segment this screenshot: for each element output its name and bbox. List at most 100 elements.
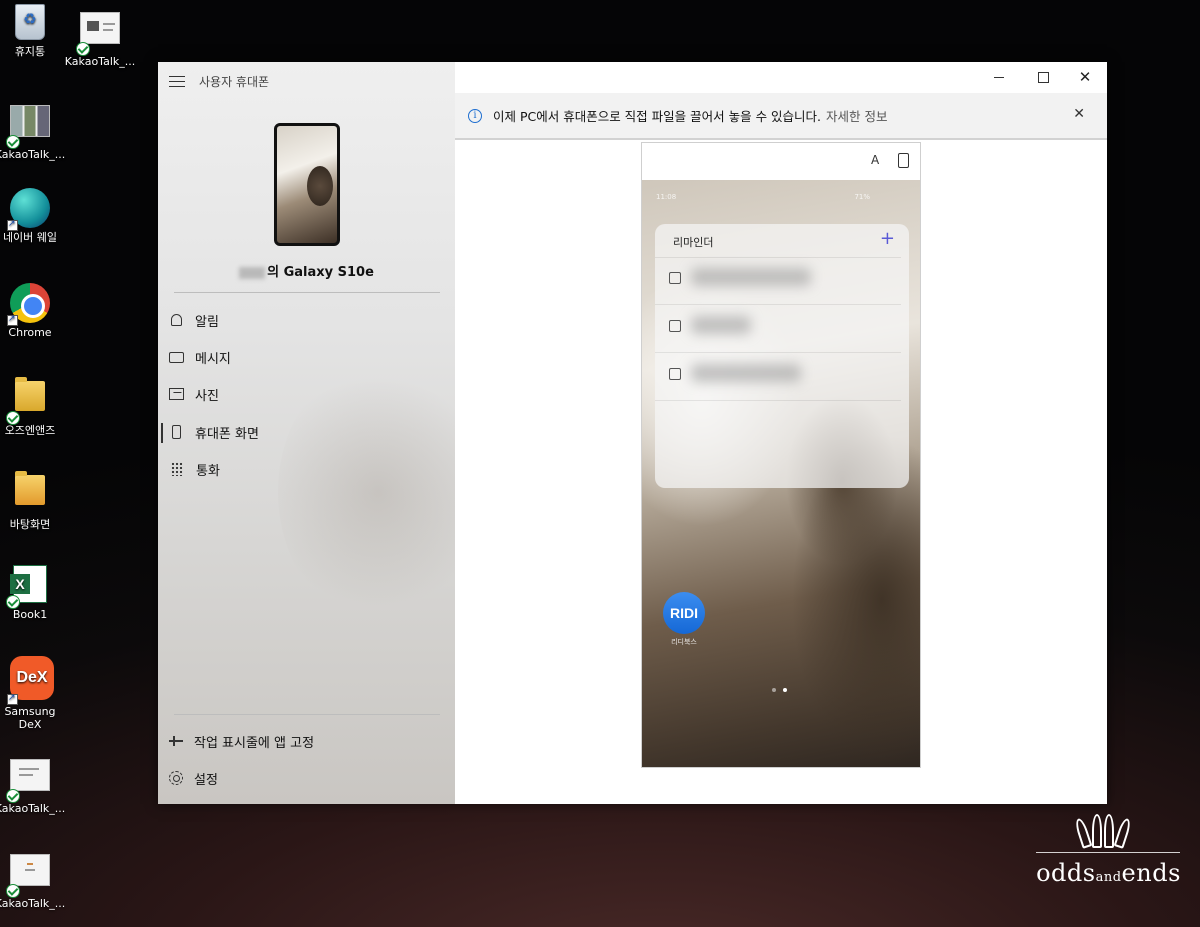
nav-item-label: 휴대폰 화면 — [195, 426, 259, 442]
desktop-icon-samsung-dex[interactable]: DeX Samsung DeX — [0, 656, 66, 731]
phone-screen-icon — [172, 425, 181, 439]
phone-toolbar: A — [642, 143, 920, 180]
reminder-item[interactable] — [669, 256, 899, 304]
page-dot — [772, 688, 776, 692]
text-input-icon[interactable]: A — [871, 153, 887, 169]
reminder-checkbox[interactable] — [669, 272, 681, 284]
nav-item-calls[interactable]: 통화 — [158, 452, 455, 486]
nav-item-notifications[interactable]: 알림 — [158, 303, 455, 337]
logo-text: oddsandends — [1036, 859, 1181, 887]
sync-check-icon — [6, 135, 20, 149]
app-title: 사용자 휴대폰 — [199, 75, 270, 89]
page-dot-active — [783, 688, 787, 692]
gear-icon — [169, 771, 183, 785]
logo-rule — [1036, 852, 1180, 853]
sidebar: 사용자 휴대폰 의 Galaxy S10e 알림 메시지 사진 휴대폰 화면 통… — [158, 62, 455, 804]
shortcut-arrow-icon — [7, 313, 18, 326]
blurred-reminder-text — [691, 268, 811, 286]
desktop-icon-label: 휴지통 — [14, 45, 46, 58]
blurred-reminder-text — [691, 364, 801, 382]
phone-home-screen[interactable]: 11:08 71% 리마인더 + RIDI 리디북스 — [642, 180, 920, 767]
nav-item-settings[interactable]: 설정 — [158, 761, 455, 795]
reminder-item[interactable] — [669, 304, 899, 352]
reminder-widget[interactable]: 리마인더 + — [655, 224, 909, 488]
more-info-link[interactable]: 자세한 정보 — [826, 106, 887, 125]
sync-check-icon — [76, 42, 90, 56]
nav-item-label: 사진 — [195, 388, 219, 404]
widget-title: 리마인더 — [673, 236, 714, 249]
desktop-icon-folder-ozz[interactable]: 오즈엔앤즈 — [0, 376, 66, 437]
samsung-dex-icon: DeX — [7, 656, 54, 705]
blurred-owner-name — [239, 266, 266, 279]
info-icon: i — [468, 108, 482, 123]
phone-settings-icon[interactable] — [898, 153, 909, 168]
desktop-icon-chrome[interactable]: Chrome — [0, 283, 66, 339]
desktop-icon-kakaotalk-2[interactable]: KakaoTalk_... — [0, 101, 66, 161]
nav-item-label: 메시지 — [195, 351, 231, 367]
widget-divider — [655, 400, 901, 401]
nav-item-label: 통화 — [196, 463, 220, 479]
add-reminder-button[interactable]: + — [880, 228, 895, 249]
desktop-icon-label: KakaoTalk_... — [64, 55, 136, 68]
sync-check-icon — [6, 789, 20, 803]
photo-icon — [169, 388, 184, 400]
dialpad-icon — [171, 462, 183, 476]
info-message: 이제 PC에서 휴대폰으로 직접 파일을 끌어서 놓을 수 있습니다. — [493, 109, 822, 124]
recycle-bin-icon: ♻ — [10, 2, 50, 42]
desktop-icon-label: 네이버 웨일 — [2, 231, 58, 244]
desktop-icon-kakaotalk-3[interactable]: KakaoTalk_... — [0, 755, 66, 815]
reminder-checkbox[interactable] — [669, 368, 681, 380]
desktop-icon-label: Samsung DeX — [4, 705, 56, 731]
nav-item-label: 설정 — [194, 772, 218, 788]
chrome-icon — [7, 283, 50, 326]
desktop-icon-label: Book1 — [12, 608, 48, 621]
desktop-icon-kakaotalk-4[interactable]: KakaoTalk_... — [0, 850, 66, 910]
image-file-icon — [6, 854, 50, 898]
main-pane: ✕ i 이제 PC에서 휴대폰으로 직접 파일을 끌어서 놓을 수 있습니다. … — [455, 62, 1107, 804]
desktop-icon-kakaotalk-1[interactable]: KakaoTalk_... — [64, 8, 136, 68]
shortcut-arrow-icon — [7, 692, 18, 705]
pin-icon — [169, 736, 183, 746]
image-file-icon — [6, 105, 50, 149]
desktop-icon-folder-desktop[interactable]: 바탕화면 — [0, 470, 66, 531]
bell-icon — [171, 314, 182, 326]
maximize-button[interactable] — [1021, 62, 1065, 92]
image-file-icon — [6, 759, 50, 803]
page-indicator — [772, 677, 794, 696]
info-bar-close-button[interactable]: ✕ — [1073, 106, 1085, 122]
desktop-icon-label: KakaoTalk_... — [0, 802, 66, 815]
desktop-icon-label: 바탕화면 — [9, 518, 51, 531]
message-icon — [169, 351, 184, 363]
desktop-icon-book1[interactable]: Book1 — [0, 565, 66, 621]
app-label: 리디북스 — [671, 638, 697, 646]
sidebar-divider — [174, 714, 440, 715]
sync-check-icon — [6, 411, 20, 425]
nav-item-pin-to-taskbar[interactable]: 작업 표시줄에 앱 고정 — [158, 724, 455, 758]
desktop-icon-naver-whale[interactable]: 네이버 웨일 — [0, 188, 66, 244]
nav-item-phone-screen[interactable]: 휴대폰 화면 — [158, 415, 455, 449]
naver-whale-icon — [7, 188, 50, 231]
hamburger-menu-icon[interactable] — [169, 76, 185, 88]
desktop-icon-label: Chrome — [8, 326, 52, 339]
sidebar-divider — [174, 292, 440, 293]
minimize-button[interactable] — [977, 62, 1021, 92]
sync-check-icon — [6, 595, 20, 609]
close-button[interactable]: ✕ — [1063, 62, 1107, 92]
pen-nib-logo-icon — [1036, 812, 1181, 849]
status-battery: 71% — [854, 193, 870, 201]
nav-item-messages[interactable]: 메시지 — [158, 340, 455, 374]
shortcut-arrow-icon — [7, 218, 18, 231]
phone-screen-mirror[interactable]: A 11:08 71% 리마인더 + RIDI 리디북스 — [641, 142, 921, 768]
nav-item-label: 알림 — [195, 314, 219, 330]
status-time: 11:08 — [656, 193, 677, 201]
ridibooks-app-icon[interactable]: RIDI — [663, 592, 705, 634]
folder-icon — [6, 377, 50, 425]
info-bar: i 이제 PC에서 휴대폰으로 직접 파일을 끌어서 놓을 수 있습니다. 자세… — [455, 93, 1107, 140]
excel-file-icon — [6, 565, 50, 609]
device-name: 의 Galaxy S10e — [158, 261, 455, 280]
reminder-item[interactable] — [669, 352, 899, 400]
nav-item-photos[interactable]: 사진 — [158, 377, 455, 411]
desktop-icon-recycle-bin[interactable]: ♻ 휴지통 — [0, 2, 66, 58]
reminder-checkbox[interactable] — [669, 320, 681, 332]
folder-icon — [10, 471, 50, 515]
